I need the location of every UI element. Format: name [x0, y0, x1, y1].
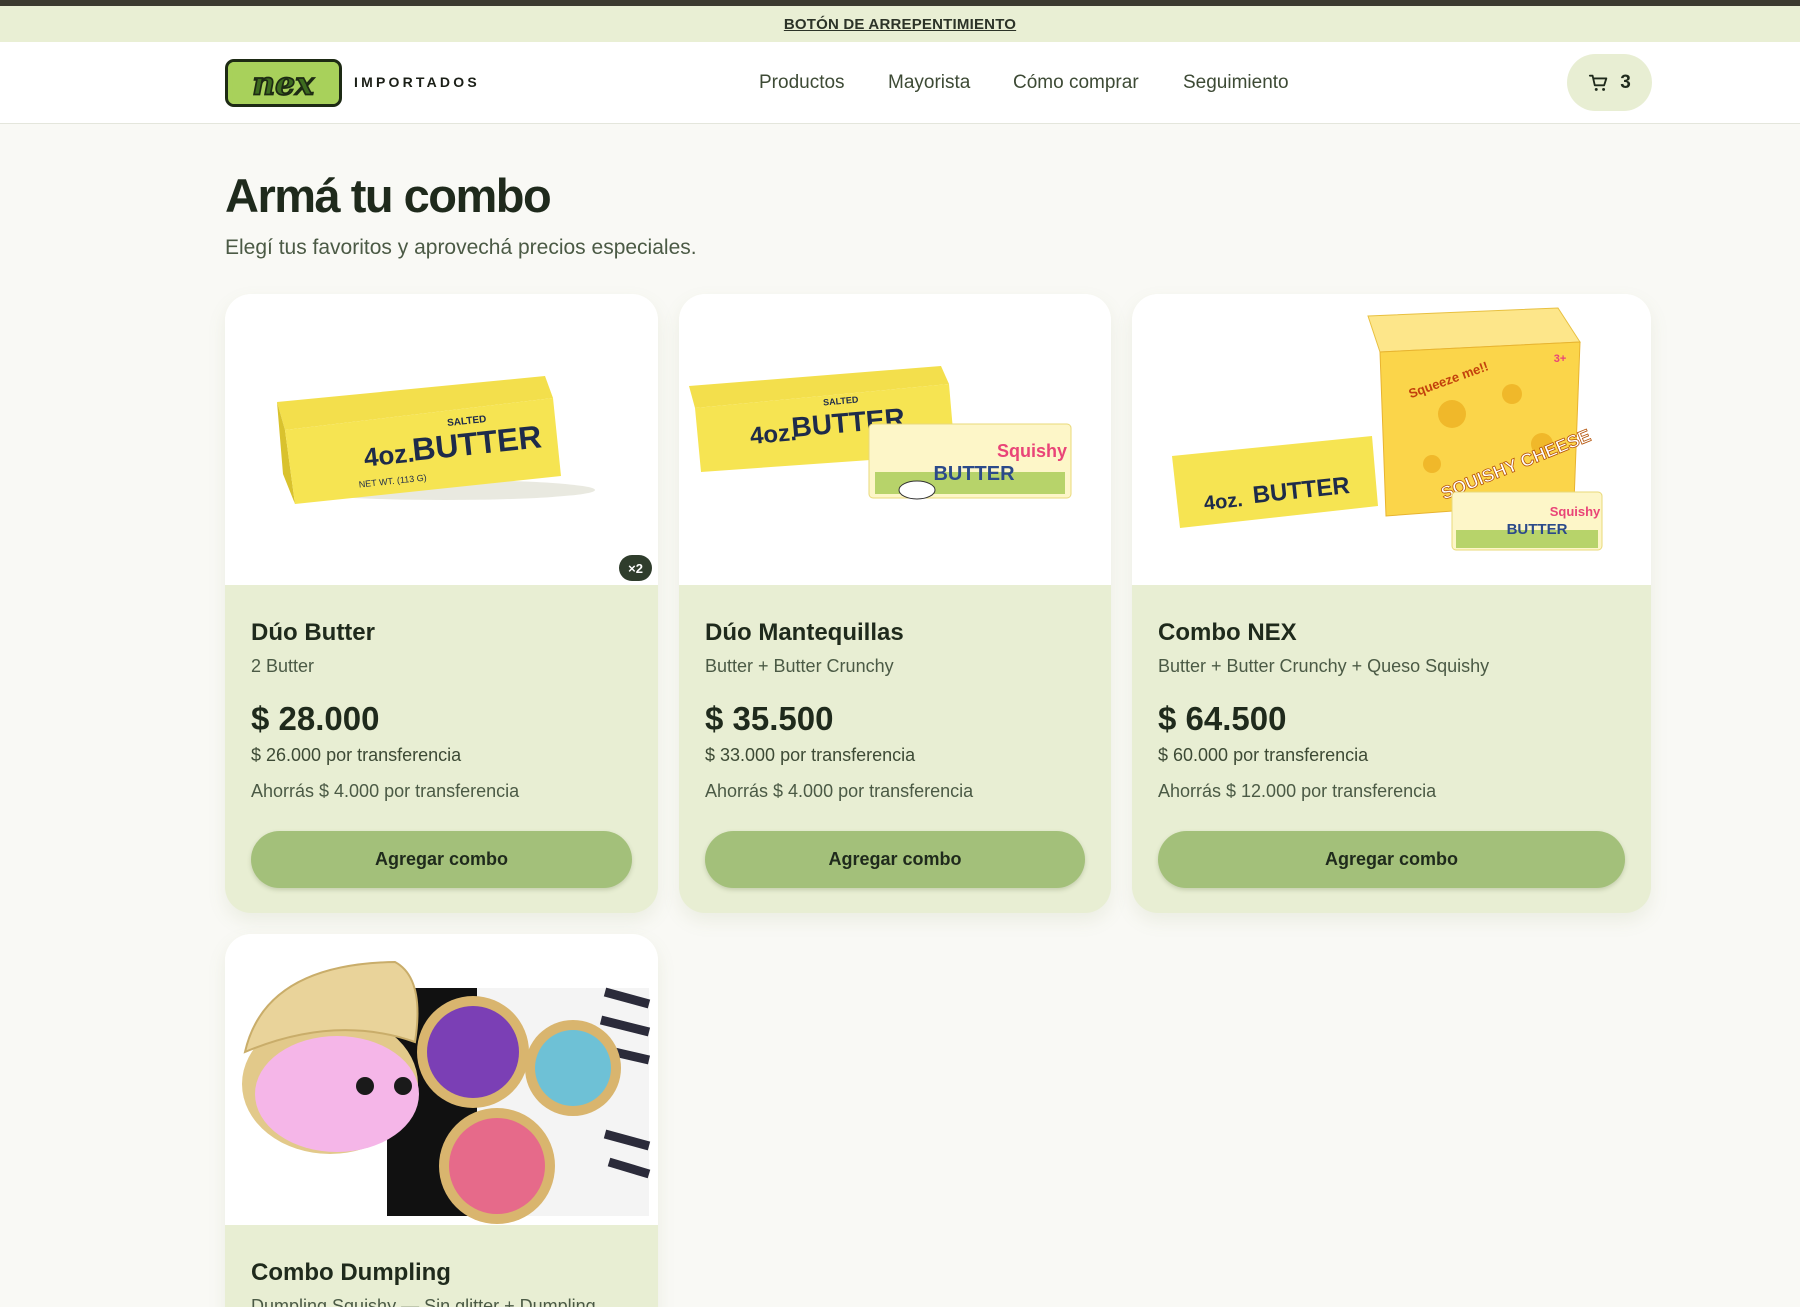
main-nav: Productos Mayorista Cómo comprar Seguimi… — [0, 42, 1800, 124]
combo-price: $ 64.500 — [1158, 700, 1287, 737]
butter-duo-product-image: SALTED 4oz. BUTTER Squishy BUTTER — [679, 294, 1111, 585]
announcement-bar: BOTÓN DE ARREPENTIMIENTO — [0, 6, 1800, 42]
site-header: nex IMPORTADOS Productos Mayorista Cómo … — [0, 42, 1800, 124]
combo-nex-product-image: Squeeze me!! SQUISHY CHEESE 3+ 4oz. BUTT… — [1132, 294, 1651, 585]
add-combo-button[interactable]: Agregar combo — [1158, 831, 1625, 888]
combo-items: Butter + Butter Crunchy — [705, 656, 894, 676]
product-text: BUTTER — [933, 463, 1015, 485]
dumpling-product-image — [225, 934, 658, 1225]
combo-image[interactable]: SALTED 4oz. BUTTER NET WT. (113 G) — [225, 294, 658, 585]
nav-mayorista[interactable]: Mayorista — [888, 72, 970, 94]
combo-items: Butter + Butter Crunchy + Queso Squishy — [1158, 656, 1490, 676]
combo-card: Combo Dumpling Dumpling Squishy — Sin gl… — [225, 934, 658, 1307]
combo-card: SALTED 4oz. BUTTER NET WT. (113 G) ×2 Dú… — [225, 294, 658, 913]
combo-savings: Ahorrás $ 12.000 por transferencia — [1158, 781, 1437, 801]
combo-savings: Ahorrás $ 4.000 por transferencia — [705, 781, 974, 801]
cart-icon — [1589, 74, 1608, 91]
combo-items: Dumpling Squishy — Sin glitter + Dumplin… — [251, 1296, 596, 1307]
regret-button-link[interactable]: BOTÓN DE ARREPENTIMIENTO — [784, 16, 1016, 33]
combo-price: $ 35.500 — [705, 700, 834, 737]
combo-title[interactable]: Dúo Mantequillas — [705, 619, 904, 647]
page-subtitle: Elegí tus favoritos y aprovechá precios … — [225, 236, 697, 259]
combo-image[interactable]: Squeeze me!! SQUISHY CHEESE 3+ 4oz. BUTT… — [1132, 294, 1651, 585]
combo-savings: Ahorrás $ 4.000 por transferencia — [251, 781, 520, 801]
nav-seguimiento[interactable]: Seguimiento — [1183, 72, 1289, 94]
combo-image[interactable]: SALTED 4oz. BUTTER Squishy BUTTER — [679, 294, 1111, 585]
combo-items: 2 Butter — [251, 656, 315, 676]
combo-title[interactable]: Combo NEX — [1158, 619, 1297, 647]
combo-transfer-price: $ 26.000 por transferencia — [251, 745, 462, 765]
cart-count: 3 — [1620, 71, 1631, 93]
combo-card: SALTED 4oz. BUTTER Squishy BUTTER Dúo Ma… — [679, 294, 1111, 913]
combo-price: $ 28.000 — [251, 700, 380, 737]
add-combo-button[interactable]: Agregar combo — [705, 831, 1085, 888]
cart-button[interactable]: 3 — [1567, 54, 1652, 111]
butter-product-image: SALTED 4oz. BUTTER NET WT. (113 G) — [225, 294, 658, 585]
nav-productos[interactable]: Productos — [759, 72, 845, 94]
product-text: 4oz. — [1203, 489, 1244, 515]
add-combo-button[interactable]: Agregar combo — [251, 831, 632, 888]
combo-transfer-price: $ 60.000 por transferencia — [1158, 745, 1369, 765]
product-text: BUTTER — [1507, 521, 1568, 538]
combo-title[interactable]: Combo Dumpling — [251, 1259, 451, 1287]
combo-transfer-price: $ 33.000 por transferencia — [705, 745, 916, 765]
quantity-badge: ×2 — [619, 555, 652, 581]
product-text: Squishy — [1550, 504, 1601, 519]
product-text: 3+ — [1554, 353, 1567, 365]
combo-title[interactable]: Dúo Butter — [251, 619, 375, 647]
combo-image[interactable] — [225, 934, 658, 1225]
nav-como-comprar[interactable]: Cómo comprar — [1013, 72, 1139, 94]
product-text: Squishy — [997, 441, 1067, 461]
product-text: 4oz. — [362, 437, 415, 472]
combo-card: Squeeze me!! SQUISHY CHEESE 3+ 4oz. BUTT… — [1132, 294, 1651, 913]
page-title: Armá tu combo — [225, 169, 552, 222]
